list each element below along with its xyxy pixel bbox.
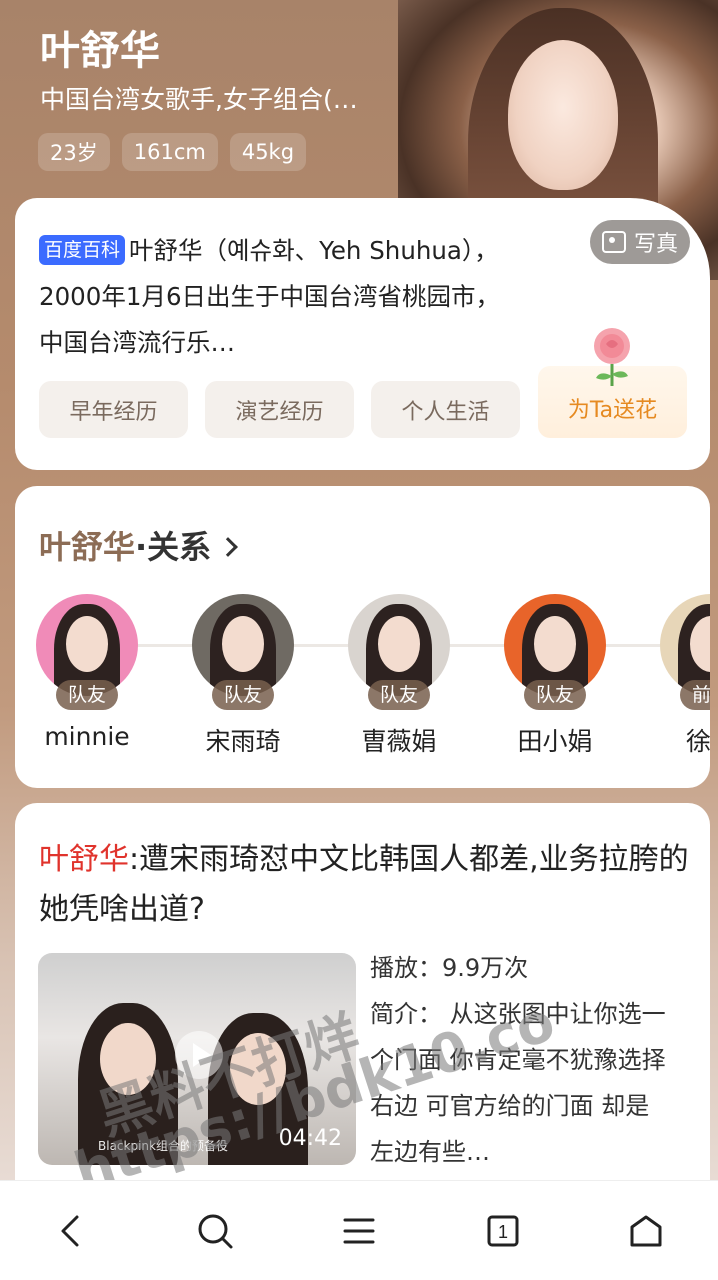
relation-name: 曺薇娟 — [361, 727, 437, 756]
news-meta: 播放：9.9万次 简介： 从这张图中让你选一个门面 你肯定毫不犹豫选择右边 可官… — [370, 945, 670, 1175]
relation-item-4[interactable]: 前队 徐穗 — [641, 594, 710, 758]
news-title-highlight: 叶舒华 — [39, 842, 129, 877]
photo-album-label: 写真 — [633, 232, 678, 257]
thumbnail-person-face — [100, 1023, 156, 1095]
tabs-button[interactable]: 1 — [463, 1191, 543, 1271]
avatar-face — [534, 616, 576, 672]
video-thumbnail[interactable]: Blackpink组合的预备役 04:42 — [38, 953, 356, 1165]
person-tags: 23岁 161cm 45kg — [38, 133, 307, 171]
photo-icon — [601, 231, 626, 253]
tag-height: 161cm — [121, 133, 218, 171]
rose-icon — [594, 328, 630, 386]
relations-list: 队友 minnie 队友 宋雨琦 队友 曺薇娟 队友 田小娟 前 徐 — [15, 594, 710, 764]
person-subtitle: 中国台湾女歌手,女子组合(… — [40, 85, 358, 114]
summary-label: 简介： — [370, 1000, 442, 1028]
relation-name: 宋雨琦 — [205, 727, 281, 756]
search-icon — [198, 1214, 233, 1248]
video-caption: Blackpink组合的预备役 — [98, 1139, 228, 1153]
relation-item-0[interactable]: 队友 minnie — [17, 594, 157, 751]
relation-badge: 队友 — [55, 680, 119, 710]
baike-badge: 百度百科 — [39, 235, 126, 265]
tab-count: 1 — [498, 1222, 508, 1242]
chip-career[interactable]: 演艺经历 — [205, 381, 354, 438]
relation-item-2[interactable]: 队友 曺薇娟 — [329, 594, 469, 758]
back-button[interactable] — [32, 1191, 112, 1271]
news-title-rest: :遭宋雨琦怼中文比韩国人都差,业务拉胯的她凭啥出道? — [39, 842, 689, 927]
intro-chips: 早年经历 演艺经历 个人生活 — [39, 381, 520, 438]
relation-badge: 队友 — [523, 680, 587, 710]
avatar-face — [66, 616, 108, 672]
relation-item-1[interactable]: 队友 宋雨琦 — [173, 594, 313, 758]
chip-early-life[interactable]: 早年经历 — [39, 381, 188, 438]
video-duration: 04:42 — [278, 1126, 342, 1151]
person-name: 叶舒华 — [40, 28, 160, 74]
menu-icon — [343, 1218, 375, 1243]
home-button[interactable] — [606, 1191, 686, 1271]
news-card[interactable]: 叶舒华:遭宋雨琦怼中文比韩国人都差,业务拉胯的她凭啥出道? Blackpink组… — [15, 803, 710, 1223]
thumbnail-person-face — [230, 1033, 286, 1105]
plays-row: 播放：9.9万次 — [370, 945, 670, 991]
plays-value: 9.9万次 — [442, 954, 529, 982]
search-button[interactable] — [175, 1191, 255, 1271]
menu-button[interactable] — [319, 1191, 399, 1271]
relations-title-sep: · — [135, 528, 148, 566]
relation-item-3[interactable]: 队友 田小娟 — [485, 594, 625, 758]
intro-text-block[interactable]: 百度百科 叶舒华（예슈화、Yeh Shuhua），2000年1月6日出生于中国台湾… — [39, 228, 509, 366]
news-title[interactable]: 叶舒华:遭宋雨琦怼中文比韩国人都差,业务拉胯的她凭啥出道? — [39, 835, 689, 935]
relations-title-label: 关系 — [147, 528, 212, 566]
home-icon — [630, 1215, 662, 1246]
play-icon[interactable] — [175, 1031, 223, 1079]
photo-album-button[interactable]: 写真 — [590, 220, 690, 264]
relations-card: 叶舒华·关系 队友 minnie 队友 宋雨琦 队友 曺薇娟 队友 田小娟 前 … — [15, 486, 710, 788]
relation-name: 徐穗 — [685, 727, 710, 756]
avatar-face — [222, 616, 264, 672]
relation-badge: 队友 — [367, 680, 431, 710]
plays-label: 播放： — [370, 954, 442, 982]
bottom-navigation: 1 — [0, 1180, 718, 1280]
avatar-face — [378, 616, 420, 672]
chevron-right-icon — [218, 537, 239, 557]
chip-personal-life[interactable]: 个人生活 — [371, 381, 520, 438]
tabs-icon: 1 — [487, 1215, 519, 1246]
summary: 简介： 从这张图中让你选一个门面 你肯定毫不犹豫选择右边 可官方给的门面 却是左… — [370, 991, 670, 1175]
relations-title[interactable]: 叶舒华·关系 — [39, 522, 239, 568]
tag-age: 23岁 — [38, 133, 110, 171]
relation-name: minnie — [44, 722, 130, 751]
back-icon — [61, 1215, 79, 1246]
tag-weight: 45kg — [229, 133, 307, 171]
relation-badge: 前队 — [679, 680, 710, 710]
relation-badge: 队友 — [211, 680, 275, 710]
hero-photo-face — [508, 40, 618, 190]
relation-name: 田小娟 — [517, 727, 593, 756]
relations-title-name: 叶舒华 — [39, 528, 136, 566]
